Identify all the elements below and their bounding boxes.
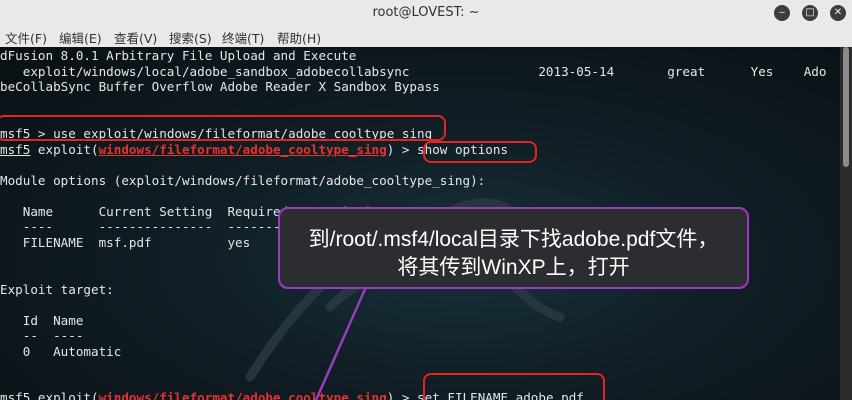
menu-edit[interactable]: 编辑(E) — [59, 28, 102, 47]
menu-file[interactable]: 文件(F) — [5, 28, 47, 47]
scrollbar[interactable] — [840, 47, 852, 400]
annotation-callout: 到/root/.msf4/local目录下找adobe.pdf文件， 将其传到W… — [278, 207, 749, 289]
callout-text-line1: 到/root/.msf4/local目录下找adobe.pdf文件， — [308, 228, 719, 251]
menu-help[interactable]: 帮助(H) — [277, 28, 321, 47]
menu-view[interactable]: 查看(V) — [114, 28, 157, 47]
maximize-button[interactable]: □ — [802, 5, 818, 21]
minimize-button[interactable]: ‒ — [774, 5, 790, 21]
terminal-window: root@LOVEST: ~ ‒ □ ✕ 文件(F) 编辑(E) 查看(V) 搜… — [0, 0, 852, 400]
callout-text-line2: 将其传到WinXP上，打开 — [397, 256, 630, 279]
close-button[interactable]: ✕ — [830, 5, 846, 21]
title-bar: root@LOVEST: ~ ‒ □ ✕ — [0, 0, 852, 27]
menu-bar: 文件(F) 编辑(E) 查看(V) 搜索(S) 终端(T) 帮助(H) — [0, 26, 852, 48]
window-title: root@LOVEST: ~ — [372, 5, 480, 20]
menu-terminal[interactable]: 终端(T) — [222, 28, 264, 47]
menu-search[interactable]: 搜索(S) — [169, 28, 212, 47]
scrollbar-thumb[interactable] — [843, 47, 849, 167]
